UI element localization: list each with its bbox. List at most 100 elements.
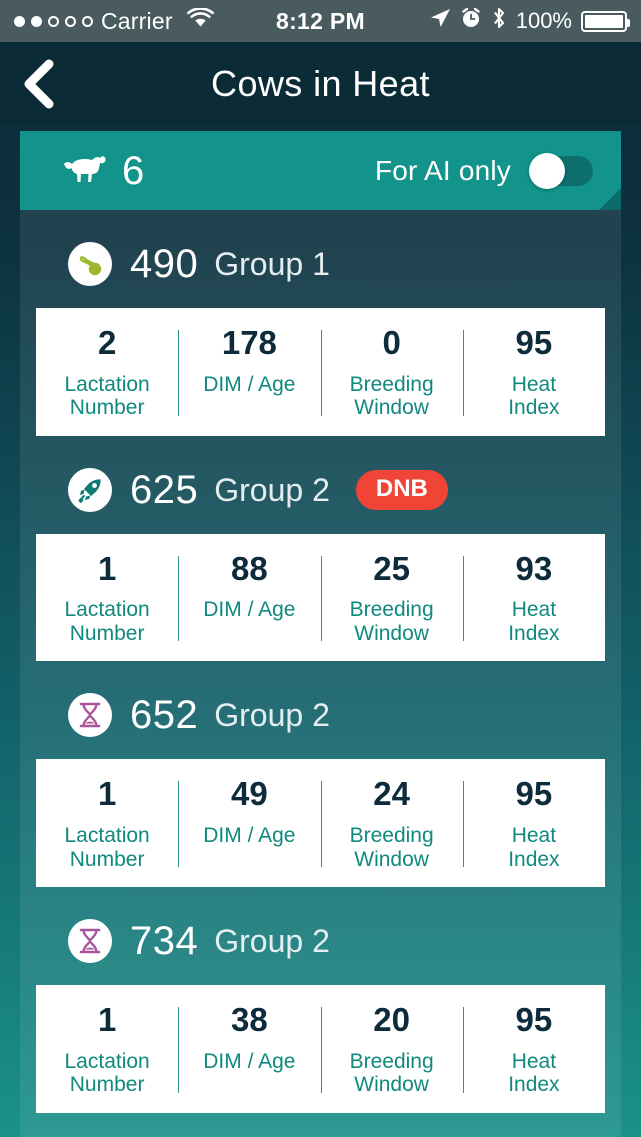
- stat-label: Breeding Window: [349, 598, 434, 645]
- stat-label: DIM / Age: [203, 598, 296, 622]
- cow-stats-card: 2 Lactation Number 178 DIM / Age 0 Breeding W…: [36, 308, 605, 436]
- status-icon-badge: [68, 242, 112, 286]
- alarm-clock-icon: [460, 7, 482, 35]
- stat-value: 1: [97, 775, 117, 813]
- stat-value: 1: [97, 1001, 117, 1039]
- stat-label: Lactation Number: [64, 598, 150, 645]
- cow-tag-number: 625: [130, 467, 199, 512]
- cow-list: 490 Group 1 2 Lactation Number 178 DIM / Age 0…: [20, 210, 621, 1113]
- hourglass-icon: [79, 703, 101, 728]
- bluetooth-icon: [491, 7, 507, 35]
- status-bar-left: Carrier: [14, 7, 214, 35]
- stat-label: Breeding Window: [349, 372, 434, 420]
- stat-cell: 49 DIM / Age: [178, 777, 320, 871]
- ai-only-label: For AI only: [374, 154, 511, 186]
- stat-value: 95: [515, 324, 553, 361]
- cow-row-header[interactable]: 652 Group 2: [20, 661, 621, 759]
- cow-icon: [62, 152, 108, 189]
- stat-value: 95: [515, 1001, 553, 1039]
- stat-cell: 25 Breeding Window: [320, 551, 463, 646]
- stat-value: 1: [97, 549, 117, 587]
- status-bar: Carrier 8:12 PM 100%: [0, 0, 641, 42]
- sperm-icon: [79, 256, 102, 276]
- stat-cell: 95 Heat Index: [462, 1001, 605, 1097]
- hourglass-icon: [79, 928, 101, 954]
- cow-row-header[interactable]: 490 Group 1: [20, 210, 621, 308]
- stat-value: 20: [373, 1001, 410, 1039]
- cow-group-label: Group 2: [214, 923, 330, 960]
- stat-cell: 24 Breeding Window: [320, 775, 463, 871]
- stat-cell: 178 DIM / Age: [178, 324, 320, 420]
- summary-ribbon: 6 For AI only: [20, 131, 621, 210]
- stat-label: Lactation Number: [64, 372, 150, 420]
- cow-count-group: 6: [62, 151, 144, 191]
- stat-label: Lactation Number: [64, 823, 150, 871]
- ai-only-toggle[interactable]: [529, 152, 593, 189]
- cow-group-label: Group 2: [214, 697, 330, 734]
- stat-label: Breeding Window: [349, 1049, 434, 1097]
- status-bar-right: 100%: [429, 7, 630, 35]
- stat-value: 24: [373, 775, 410, 813]
- status-icon-badge: [68, 467, 112, 512]
- battery-full-icon: [581, 10, 630, 32]
- carrier-label: Carrier: [101, 7, 173, 34]
- stat-label: DIM / Age: [203, 1049, 296, 1073]
- cow-list-item[interactable]: 490 Group 1 2 Lactation Number 178 DIM / Age 0…: [20, 210, 621, 436]
- cow-group-label: Group 2: [214, 471, 330, 508]
- stat-cell: 1 Lactation Number: [36, 549, 178, 646]
- stat-label: Heat Index: [508, 1049, 560, 1097]
- cow-tag-number: 734: [130, 919, 199, 964]
- back-button[interactable]: [6, 52, 70, 116]
- stat-value: 2: [97, 324, 117, 361]
- ai-only-filter[interactable]: For AI only: [374, 152, 593, 189]
- stat-label: DIM / Age: [203, 823, 296, 847]
- stat-value: 178: [221, 324, 277, 361]
- cow-row-header[interactable]: 734 Group 2: [20, 887, 621, 985]
- stat-cell: 1 Lactation Number: [36, 777, 178, 871]
- chevron-left-icon: [24, 59, 54, 108]
- rocket-icon: [78, 479, 101, 503]
- navigation-bar: Cows in Heat: [0, 42, 641, 125]
- stat-cell: 93 Heat Index: [462, 549, 605, 646]
- stat-cell: 88 DIM / Age: [178, 549, 320, 646]
- stat-cell: 38 DIM / Age: [178, 1001, 320, 1097]
- stat-cell: 95 Heat Index: [462, 324, 605, 420]
- page-title: Cows in Heat: [211, 62, 430, 104]
- stat-cell: 95 Heat Index: [462, 775, 605, 871]
- stat-value: 93: [515, 549, 553, 587]
- stat-cell: 0 Breeding Window: [320, 324, 463, 420]
- cow-tag-number: 490: [130, 242, 199, 286]
- cow-list-item[interactable]: 625 Group 2 DNB 1 Lactation Number 88 DIM / Ag…: [20, 436, 621, 662]
- content-panel: 6 For AI only 490 Group 1 2 Lactation Numbe…: [20, 131, 621, 1137]
- stat-label: DIM / Age: [203, 372, 296, 396]
- signal-strength-dots: [14, 15, 93, 27]
- cow-row-header[interactable]: 625 Group 2 DNB: [20, 436, 621, 534]
- wifi-icon: [186, 7, 214, 34]
- stat-label: Heat Index: [508, 823, 560, 871]
- stat-label: Heat Index: [508, 372, 560, 420]
- dnb-badge: DNB: [355, 469, 448, 510]
- stat-label: Heat Index: [508, 598, 560, 645]
- stat-value: 38: [231, 1001, 268, 1039]
- stat-value: 49: [231, 775, 268, 813]
- cow-count-value: 6: [122, 148, 145, 193]
- stat-value: 95: [515, 775, 553, 813]
- cow-stats-card: 1 Lactation Number 38 DIM / Age 20 Breeding W…: [36, 985, 605, 1113]
- status-icon-badge: [68, 693, 112, 738]
- cow-stats-card: 1 Lactation Number 49 DIM / Age 24 Breeding W…: [36, 759, 605, 888]
- cow-tag-number: 652: [130, 693, 199, 738]
- stat-label: Lactation Number: [64, 1049, 150, 1097]
- cow-group-label: Group 1: [214, 246, 330, 282]
- stat-value: 88: [231, 549, 268, 587]
- toggle-knob: [529, 152, 565, 189]
- stat-label: Breeding Window: [349, 823, 434, 871]
- stat-cell: 2 Lactation Number: [36, 324, 178, 420]
- cow-stats-card: 1 Lactation Number 88 DIM / Age 25 Breeding W…: [36, 533, 605, 662]
- status-icon-badge: [68, 919, 112, 964]
- cow-list-item[interactable]: 734 Group 2 1 Lactation Number 38 DIM / Age 20…: [20, 887, 621, 1113]
- stat-cell: 1 Lactation Number: [36, 1001, 178, 1097]
- stat-value: 0: [382, 324, 401, 361]
- ribbon-fold-corner: [599, 188, 621, 210]
- cow-list-item[interactable]: 652 Group 2 1 Lactation Number 49 DIM / Age 24…: [20, 661, 621, 888]
- battery-percent-label: 100%: [515, 8, 572, 33]
